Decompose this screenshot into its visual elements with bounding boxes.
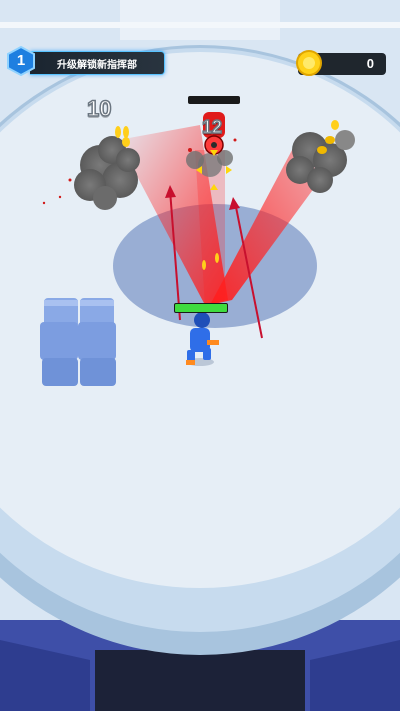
level-badge[interactable]: 1 bbox=[6, 46, 36, 76]
enemy-health-bar bbox=[188, 96, 240, 104]
platform-rail-top bbox=[0, 22, 400, 28]
target-count: 12 bbox=[201, 116, 223, 138]
level-progress-banner[interactable]: 升级解锁新指挥部 bbox=[30, 51, 165, 75]
coin-icon bbox=[296, 50, 322, 76]
game-scene bbox=[0, 0, 400, 711]
player-health-fill bbox=[175, 304, 227, 312]
tower-column bbox=[95, 650, 305, 711]
pile-count-left: 10 bbox=[86, 95, 112, 122]
coin-count: 0 bbox=[366, 56, 374, 71]
level-unlock-label: 升级解锁新指挥部 bbox=[57, 59, 137, 71]
level-number: 1 bbox=[16, 52, 26, 69]
top-corridor bbox=[120, 0, 280, 40]
player-health-bar bbox=[174, 303, 228, 313]
crate-stack bbox=[40, 298, 116, 386]
